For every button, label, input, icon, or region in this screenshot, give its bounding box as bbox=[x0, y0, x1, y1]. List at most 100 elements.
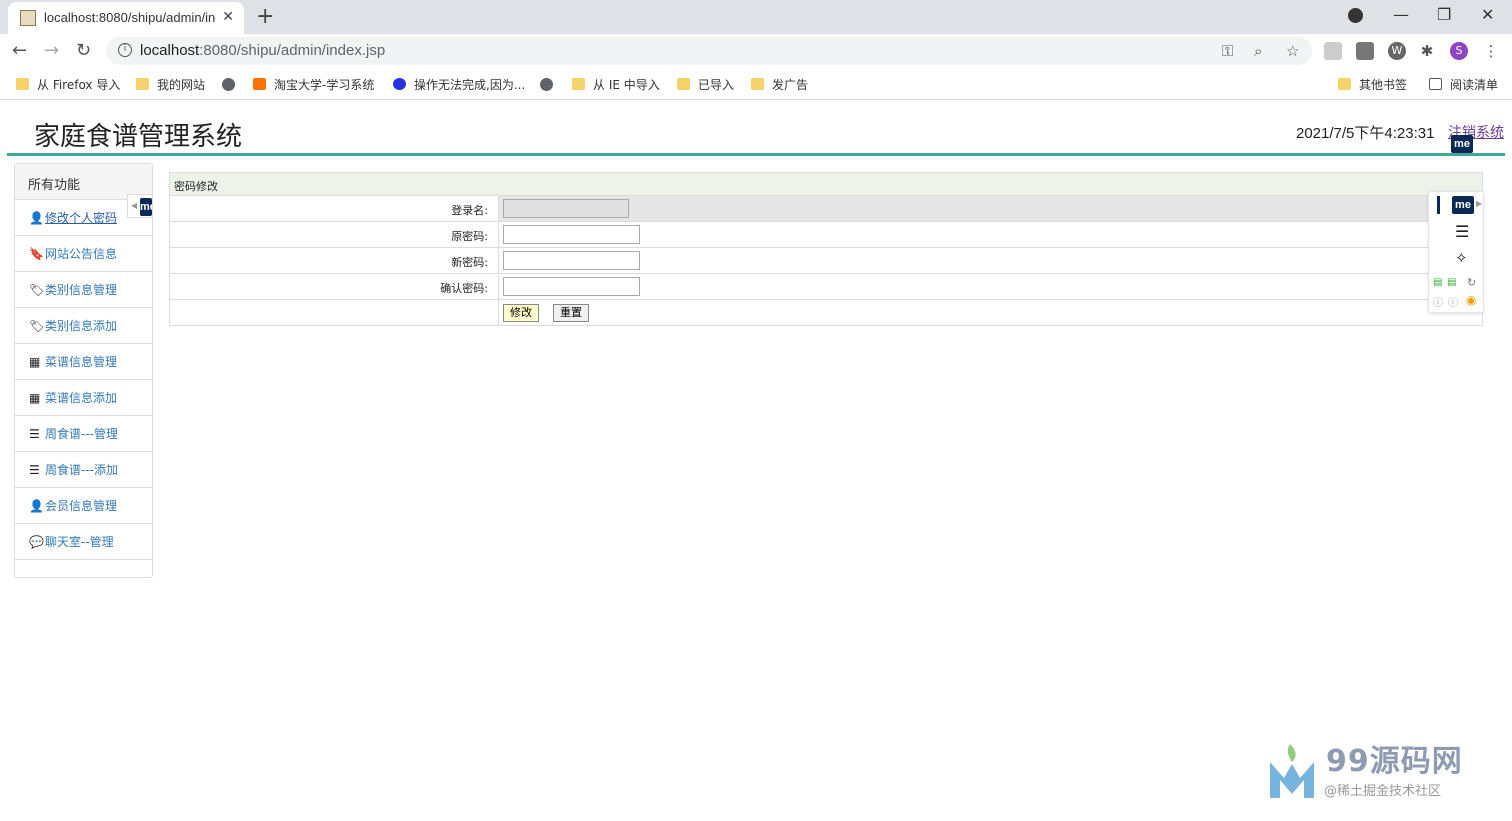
sidebar-item-recipe-manage[interactable]: ▦ 菜谱信息管理 bbox=[15, 344, 152, 380]
extension-screen-icon[interactable] bbox=[1324, 42, 1342, 60]
sidebar-item-label: 菜谱信息添加 bbox=[45, 391, 118, 405]
me-extension-badge[interactable]: me bbox=[1451, 135, 1473, 153]
actions-label-cell bbox=[170, 300, 499, 325]
bookmark-label: 从 IE 中导入 bbox=[593, 77, 660, 92]
sidebar-item-weekly-add[interactable]: ☰ 周食谱---添加 bbox=[15, 452, 152, 488]
star-icon[interactable]: ☆ bbox=[1286, 42, 1299, 60]
bookmark-label: 发广告 bbox=[772, 77, 809, 92]
back-icon[interactable]: ← bbox=[12, 40, 27, 61]
bookmark-icon: 🔖 bbox=[29, 246, 44, 261]
tab-search-icon[interactable] bbox=[1348, 8, 1363, 23]
sidebar-item-label: 类别信息管理 bbox=[45, 283, 118, 297]
collapse-left-icon: ◀ bbox=[131, 201, 138, 210]
bookmark-globe-2[interactable] bbox=[540, 75, 561, 93]
sidebar-item-label: 会员信息管理 bbox=[45, 499, 118, 513]
bookmark-other[interactable]: 其他书签 bbox=[1338, 75, 1407, 93]
confirm-password-field[interactable] bbox=[503, 277, 640, 296]
forward-icon[interactable]: → bbox=[44, 40, 59, 61]
sidebar-item-chatroom-manage[interactable]: 💬 聊天室--管理 bbox=[15, 524, 152, 560]
sidebar-item-label: 修改个人密码 bbox=[45, 211, 118, 225]
globe-icon bbox=[540, 77, 553, 91]
bookmark-label: 操作无法完成,因为... bbox=[414, 77, 526, 92]
bookmark-globe-1[interactable] bbox=[222, 75, 243, 93]
bookmark-label: 我的网站 bbox=[157, 77, 206, 92]
key-icon[interactable]: ⚿ bbox=[1222, 42, 1233, 60]
row-confirm-password: 确认密码: bbox=[170, 274, 1482, 300]
user-icon: 👤 bbox=[29, 210, 44, 225]
sidebar-item-category-manage[interactable]: 🏷 类别信息管理 bbox=[15, 272, 152, 308]
baidu-icon bbox=[393, 78, 406, 90]
minimize-icon[interactable]: — bbox=[1393, 5, 1409, 24]
puzzle-icon[interactable]: ✱ bbox=[1418, 42, 1436, 60]
bookmark-firefox-import[interactable]: 从 Firefox 导入 bbox=[16, 75, 120, 93]
watermark-brand: 99源码网 bbox=[1326, 744, 1463, 779]
globe-icon bbox=[222, 77, 235, 91]
bookmark-label: 淘宝大学-学习系统 bbox=[274, 77, 375, 92]
camera-icon[interactable] bbox=[1356, 42, 1374, 60]
w-extension-icon[interactable]: W bbox=[1388, 42, 1406, 60]
bookmark-my-site[interactable]: 我的网站 bbox=[136, 75, 205, 93]
me-toolbox-badge[interactable]: me bbox=[1452, 196, 1474, 214]
me-side-tab[interactable]: ◀ me bbox=[127, 194, 153, 218]
bookmark-imported[interactable]: 已导入 bbox=[677, 75, 734, 93]
eye-icon[interactable]: ◉ bbox=[1466, 293, 1476, 307]
folder-icon bbox=[1338, 78, 1351, 90]
close-tab-icon[interactable]: ✕ bbox=[222, 9, 234, 25]
hamburger-icon[interactable]: ☰ bbox=[1455, 222, 1469, 241]
bookmark-ads[interactable]: 发广告 bbox=[751, 75, 808, 93]
address-bar[interactable]: i localhost:8080/shipu/admin/index.jsp ⚿… bbox=[106, 37, 1312, 65]
grid-icon: ▦ bbox=[29, 354, 41, 369]
url-host: localhost bbox=[140, 42, 200, 59]
alert-icon[interactable]: ⓘ bbox=[1433, 294, 1443, 309]
login-name-field bbox=[503, 199, 629, 218]
reading-list[interactable]: 阅读清单 bbox=[1429, 75, 1498, 93]
info-icon[interactable]: ⓘ bbox=[1448, 294, 1458, 309]
green-tag-icon[interactable]: ▤ bbox=[1433, 277, 1442, 288]
current-datetime: 2021/7/5下午4:23:31 bbox=[1296, 125, 1435, 142]
reload-icon[interactable]: ↻ bbox=[76, 40, 91, 61]
sidebar-item-category-add[interactable]: 🏷 类别信息添加 bbox=[15, 308, 152, 344]
bookmarks-bar: 从 Firefox 导入 我的网站 淘宝大学-学习系统 操作无法完成,因为...… bbox=[0, 68, 1512, 100]
bookmark-ie-import[interactable]: 从 IE 中导入 bbox=[572, 75, 660, 93]
site-info-icon[interactable]: i bbox=[118, 43, 132, 57]
sidebar-item-announcements[interactable]: 🔖 网站公告信息 bbox=[15, 236, 152, 272]
magic-wand-icon[interactable]: ✧ bbox=[1455, 249, 1468, 267]
sidebar: 所有功能 👤 修改个人密码 🔖 网站公告信息 🏷 类别信息管理 🏷 类别信息添加 ▦ 菜谱… bbox=[14, 163, 153, 578]
refresh-icon[interactable]: ↻ bbox=[1467, 276, 1476, 289]
new-tab-icon[interactable]: + bbox=[256, 4, 274, 29]
sidebar-item-recipe-add[interactable]: ▦ 菜谱信息添加 bbox=[15, 380, 152, 416]
sidebar-item-label: 周食谱---添加 bbox=[45, 463, 118, 477]
old-password-field[interactable] bbox=[503, 225, 640, 244]
sidebar-item-label: 网站公告信息 bbox=[45, 247, 118, 261]
toolbox-edge bbox=[1437, 196, 1440, 214]
address-url: localhost:8080/shipu/admin/index.jsp bbox=[140, 42, 385, 59]
folder-icon bbox=[751, 78, 764, 90]
reset-button[interactable]: 重置 bbox=[553, 304, 589, 322]
tags-icon: 🏷 bbox=[29, 318, 45, 333]
expand-right-icon[interactable]: ▶ bbox=[1476, 199, 1482, 208]
green-tag-icon-2[interactable]: ▤ bbox=[1447, 277, 1456, 288]
submit-button[interactable]: 修改 bbox=[503, 304, 539, 322]
new-password-field[interactable] bbox=[503, 251, 640, 270]
sidebar-item-member-manage[interactable]: 👤 会员信息管理 bbox=[15, 488, 152, 524]
confirm-password-label: 确认密码: bbox=[170, 274, 499, 299]
bookmark-taobao[interactable]: 淘宝大学-学习系统 bbox=[253, 75, 374, 93]
sidebar-item-weekly-manage[interactable]: ☰ 周食谱---管理 bbox=[15, 416, 152, 452]
menu-kebab-icon[interactable]: ⋮ bbox=[1482, 42, 1500, 60]
sidebar-item-label: 菜谱信息管理 bbox=[45, 355, 118, 369]
reading-list-icon bbox=[1429, 78, 1442, 90]
watermark-logo-icon bbox=[1270, 744, 1314, 798]
bookmark-baidu[interactable]: 操作无法完成,因为... bbox=[393, 75, 525, 93]
row-new-password: 新密码: bbox=[170, 248, 1482, 274]
browser-tab[interactable]: localhost:8080/shipu/admin/index.jsp ✕ bbox=[8, 2, 244, 34]
sidebar-item-label: 聊天室--管理 bbox=[45, 535, 114, 549]
url-path: :8080/shipu/admin/index.jsp bbox=[199, 42, 386, 59]
zoom-icon[interactable]: ⌕ bbox=[1254, 42, 1262, 60]
list-icon: ☰ bbox=[29, 462, 40, 477]
close-window-icon[interactable]: ✕ bbox=[1481, 5, 1494, 24]
profile-avatar[interactable]: S bbox=[1450, 42, 1468, 60]
restore-icon[interactable]: ❐ bbox=[1437, 5, 1451, 24]
grid-icon: ▦ bbox=[29, 390, 41, 405]
sidebar-item-label: 类别信息添加 bbox=[45, 319, 118, 333]
folder-icon bbox=[677, 78, 690, 90]
